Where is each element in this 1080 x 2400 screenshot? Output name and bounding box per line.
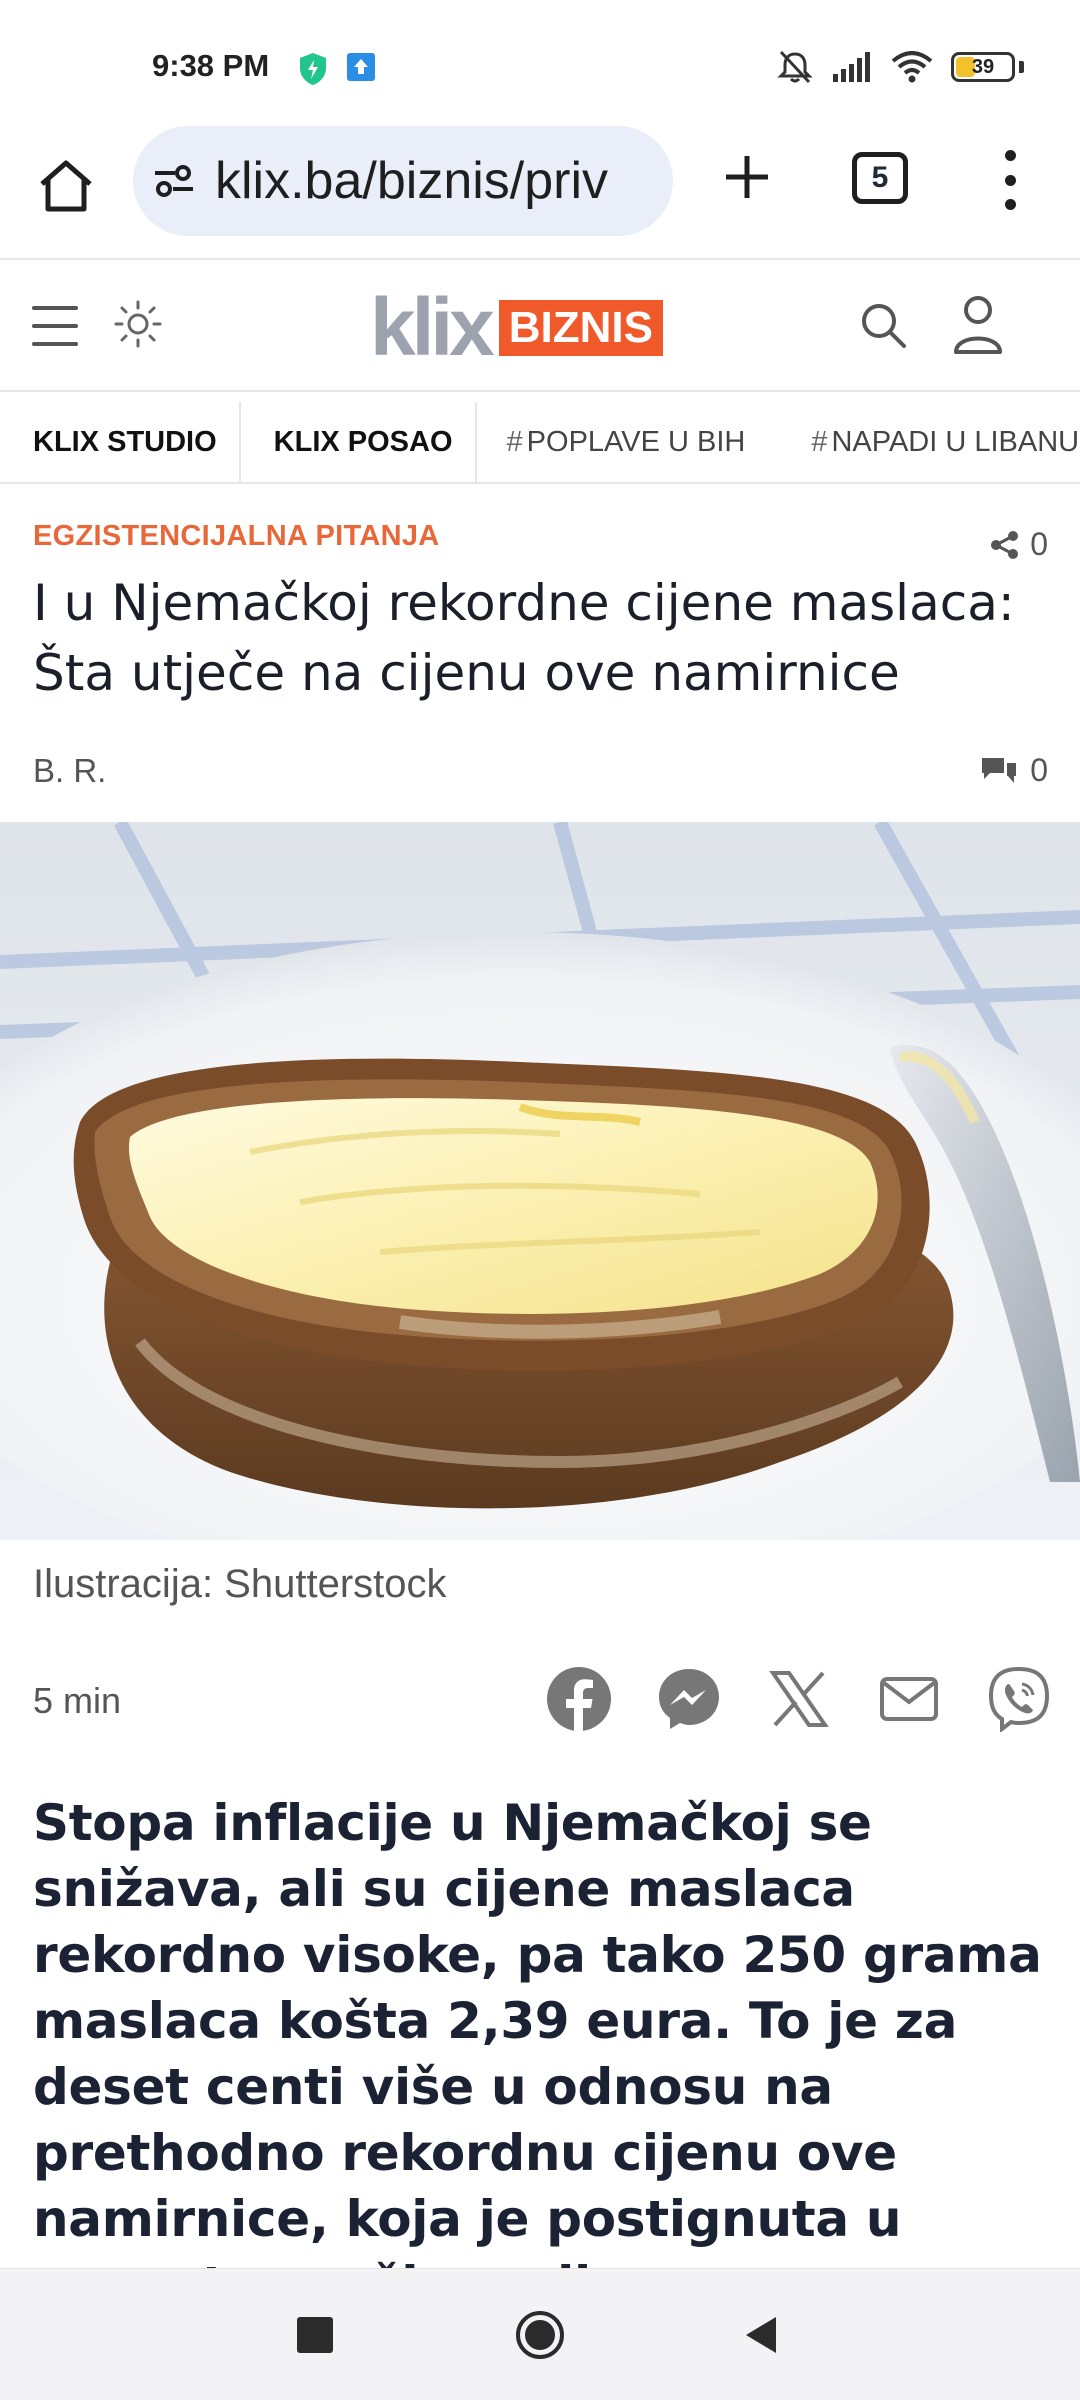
battery-tip [1019, 61, 1024, 73]
site-logo[interactable]: klix BIZNIS [370, 282, 664, 373]
image-caption: Ilustracija: Shutterstock [33, 1562, 447, 1606]
battery-icon: 39 [951, 52, 1015, 82]
category-strip: KLIX STUDIO KLIX POSAO # POPLAVE U BIH # N… [0, 402, 1080, 484]
plus-icon [726, 156, 768, 198]
share-icon [991, 530, 1019, 559]
home-circle-icon[interactable] [514, 2309, 566, 2361]
comment-count[interactable]: 0 [980, 752, 1048, 789]
share-row [546, 1666, 1052, 1732]
address-bar[interactable]: klix.ba/biznis/priv [133, 126, 673, 236]
silent-icon [777, 50, 813, 84]
tab-count: 5 [871, 161, 889, 194]
logo-klix: klix [370, 282, 495, 373]
more-vert-icon[interactable] [990, 150, 1030, 210]
messenger-icon[interactable] [656, 1666, 722, 1732]
article-author[interactable]: B. R. [33, 752, 106, 790]
article-lead: Stopa inflacije u Njemačkoj se snižava, … [33, 1794, 1042, 2314]
status-time: 9:38 PM [152, 48, 270, 83]
viber-icon[interactable] [986, 1666, 1052, 1732]
recents-icon[interactable] [297, 2317, 333, 2353]
home-button[interactable] [30, 150, 102, 222]
new-tab-button[interactable] [712, 142, 782, 212]
url-text: klix.ba/biznis/priv [215, 152, 609, 210]
email-icon[interactable] [876, 1666, 942, 1732]
wifi-icon [891, 51, 933, 83]
status-bar: 9:38 PM 39 [0, 0, 1080, 120]
tag-napadi-u-libanu[interactable]: # NAPADI U LIBANU [781, 402, 1080, 482]
status-notification-icons [298, 52, 376, 86]
battery-level: 39 [971, 55, 995, 78]
home-icon [40, 160, 92, 212]
article-kicker[interactable]: EGZISTENCIJALNA PITANJA [33, 520, 440, 553]
sun-icon[interactable] [112, 298, 164, 350]
signal-icon [833, 52, 870, 82]
shield-icon [300, 53, 326, 85]
search-icon[interactable] [856, 298, 912, 354]
category-klix-studio[interactable]: KLIX STUDIO [0, 402, 241, 482]
facebook-icon[interactable] [546, 1666, 612, 1732]
tag-label: POPLAVE U BIH [526, 425, 746, 458]
upload-notification-icon [347, 53, 375, 81]
hashtag-icon: # [811, 425, 828, 458]
browser-toolbar: klix.ba/biznis/priv 5 [0, 120, 1080, 260]
back-icon[interactable] [740, 2313, 780, 2357]
hamburger-icon[interactable] [32, 306, 78, 346]
hashtag-icon: # [506, 425, 523, 458]
user-icon[interactable] [950, 292, 1006, 356]
tabs-icon[interactable]: 5 [852, 152, 908, 204]
share-count[interactable]: 0 [990, 526, 1048, 563]
article-headline: I u Njemačkoj rekordne cijene maslaca: Š… [33, 574, 1015, 702]
article-image[interactable] [0, 822, 1080, 1540]
status-system-icons: 39 [777, 50, 1024, 84]
system-nav-bar [0, 2268, 1080, 2400]
comment-count-value: 0 [1030, 752, 1048, 788]
tag-label: NAPADI U LIBANU [831, 425, 1080, 458]
comments-icon [982, 757, 1017, 783]
logo-section: BIZNIS [498, 299, 664, 357]
x-icon[interactable] [766, 1666, 832, 1732]
site-header: klix BIZNIS [0, 262, 1080, 392]
share-count-value: 0 [1030, 526, 1048, 562]
read-time: 5 min [33, 1680, 122, 1721]
category-klix-posao[interactable]: KLIX POSAO [241, 402, 477, 482]
bread-and-butter-photo [0, 822, 1080, 1540]
site-settings-icon[interactable] [153, 164, 195, 198]
tag-poplave-u-bih[interactable]: # POPLAVE U BIH [477, 402, 782, 482]
